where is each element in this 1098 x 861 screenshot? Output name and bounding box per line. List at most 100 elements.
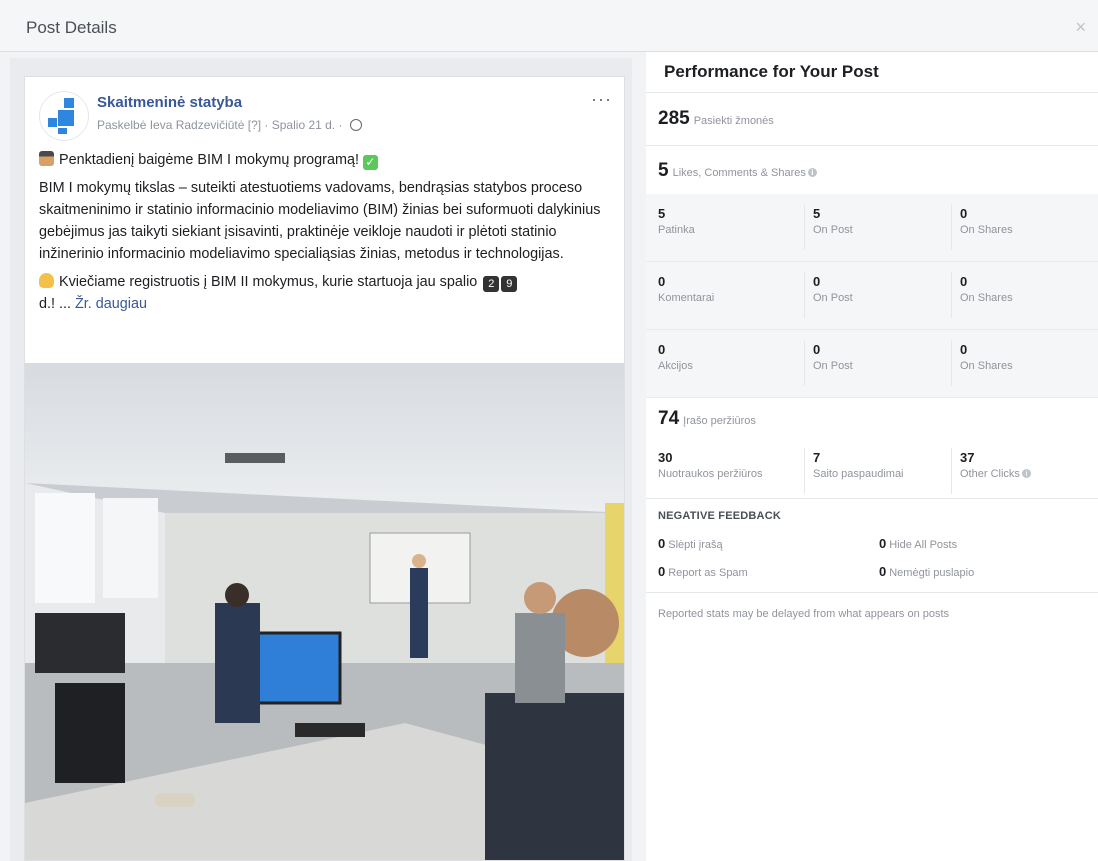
hide-post-stat: 0 Slėpti įrašą: [658, 536, 723, 551]
stat-cell: 0 On Shares: [960, 274, 1013, 306]
stat-cell: 0 On Post: [813, 342, 853, 374]
stat-value: 7: [813, 450, 821, 465]
stat-cell: 0 On Shares: [960, 342, 1013, 374]
stat-value: 0: [960, 342, 968, 357]
negative-feedback-title: NEGATIVE FEEDBACK: [658, 510, 781, 522]
stat-cell: 0 On Shares: [960, 206, 1013, 238]
performance-title: Performance for Your Post: [664, 62, 879, 81]
stat-label: On Shares: [960, 292, 1013, 304]
divider: [951, 340, 952, 386]
close-icon[interactable]: ×: [1075, 18, 1086, 36]
stat-cell: 5 Patinka: [658, 206, 695, 238]
pointing-hand-emoji-icon: [39, 273, 54, 288]
reach-label: Pasiekti žmonės: [693, 115, 774, 127]
stat-value: 0: [658, 536, 666, 551]
more-options-icon[interactable]: ···: [591, 89, 612, 110]
stat-label: On Shares: [960, 224, 1013, 236]
post-card: Skaitmeninė statyba Paskelbė Ieva Radzev…: [24, 76, 625, 861]
globe-icon: [349, 119, 362, 131]
comments-row: 0 Komentarai 0 On Post 0 On Shares: [646, 262, 1098, 330]
divider: [804, 204, 805, 250]
stat-value: 0: [879, 564, 887, 579]
stat-cell: 30 Nuotraukos peržiūros: [658, 450, 763, 482]
byline-text: Paskelbė Ieva Radzevičiūtė [?] · Spalio …: [97, 118, 343, 132]
stat-label: Slėpti įrašą: [668, 539, 723, 551]
stat-label: Akcijos: [658, 360, 693, 372]
post-clicks-stat: 74 Įrašo peržiūros: [658, 408, 756, 430]
invite-end: d.! ...: [39, 296, 71, 312]
performance-panel: Performance for Your Post 285 Pasiekti žm…: [646, 52, 1098, 861]
divider: [646, 592, 1098, 593]
reach-value: 285: [658, 108, 690, 129]
check-mark-emoji-icon: ✓: [362, 155, 378, 170]
page-name-link[interactable]: Skaitmeninė statyba: [97, 94, 242, 111]
divider: [646, 145, 1098, 146]
likes-row: 5 Patinka 5 On Post 0 On Shares: [646, 194, 1098, 262]
stat-value: 0: [658, 342, 666, 357]
stat-cell: 0 Akcijos: [658, 342, 693, 374]
stat-value: 0: [658, 274, 666, 289]
stat-value: 0: [960, 274, 968, 289]
stat-label: Patinka: [658, 224, 695, 236]
dialog-title: Post Details: [26, 18, 117, 37]
stat-cell: 37 Other Clicks i: [960, 450, 1031, 482]
stat-cell: 0 Komentarai: [658, 274, 714, 306]
see-more-link[interactable]: Žr. daugiau: [75, 296, 147, 312]
info-icon[interactable]: i: [807, 168, 817, 177]
other-clicks-label: Other Clicks: [960, 468, 1020, 480]
engagement-grid: 5 Patinka 5 On Post 0 On Shares 0 Komentarai…: [646, 194, 1098, 398]
stat-value: 5: [813, 206, 821, 221]
page-avatar[interactable]: [39, 91, 89, 141]
stat-label: Nuotraukos peržiūros: [658, 468, 763, 480]
divider: [951, 448, 952, 494]
stat-label: Komentarai: [658, 292, 715, 304]
spam-stat: 0 Report as Spam: [658, 564, 748, 579]
stat-cell: 0 On Post: [813, 274, 853, 306]
post-photo[interactable]: [25, 363, 624, 860]
info-icon[interactable]: i: [1021, 469, 1031, 478]
engagement-stat: 5 Likes, Comments & Shares i: [658, 160, 817, 182]
divider: [804, 340, 805, 386]
reach-stat: 285 Pasiekti žmonės: [658, 108, 774, 130]
stat-value: 0: [813, 274, 821, 289]
stat-label: Saito paspaudimai: [813, 468, 904, 480]
invite-text: Kviečiame registruotis į BIM II mokymus,…: [59, 274, 478, 290]
stat-cell: 7 Saito paspaudimai: [813, 450, 904, 482]
stat-label: Hide All Posts: [889, 539, 958, 551]
stat-label: Nemėgti puslapio: [889, 567, 975, 579]
keycap-2-icon: 2: [483, 276, 500, 292]
dialog-header: Post Details ×: [0, 0, 1098, 52]
post-headline: Penktadienį baigėme BIM I mokymų program…: [59, 152, 359, 168]
divider: [951, 272, 952, 318]
post-byline: Paskelbė Ieva Radzevičiūtė [?] · Spalio …: [97, 118, 362, 132]
stat-value: 37: [960, 450, 975, 465]
post-body: BIM I mokymų tikslas – suteikti atestuot…: [39, 180, 601, 262]
engagement-value: 5: [658, 160, 669, 181]
stat-cell: 5 On Post: [813, 206, 853, 238]
clicks-label: Įrašo peržiūros: [683, 415, 756, 427]
stat-value: 30: [658, 450, 673, 465]
stat-label: On Post: [813, 360, 853, 372]
hide-all-stat: 0 Hide All Posts: [879, 536, 957, 551]
shares-row: 0 Akcijos 0 On Post 0 On Shares: [646, 330, 1098, 398]
stat-value: 0: [879, 536, 887, 551]
stats-delay-note: Reported stats may be delayed from what …: [658, 608, 950, 620]
divider: [646, 498, 1098, 499]
stat-label: Report as Spam: [668, 567, 748, 579]
stat-value: 0: [813, 342, 821, 357]
keycap-9-icon: 9: [501, 276, 518, 292]
stat-label: On Shares: [960, 360, 1013, 372]
graduate-emoji-icon: [39, 151, 54, 166]
clicks-value: 74: [658, 408, 680, 429]
post-line-1: Penktadienį baigėme BIM I mokymų program…: [39, 149, 615, 171]
stat-value: 5: [658, 206, 666, 221]
post-text: Penktadienį baigėme BIM I mokymų program…: [39, 149, 615, 321]
stat-label: On Post: [813, 292, 853, 304]
stat-label: On Post: [813, 224, 853, 236]
divider: [804, 448, 805, 494]
divider: [646, 92, 1098, 93]
divider: [951, 204, 952, 250]
stat-value: 0: [658, 564, 666, 579]
stat-value: 0: [960, 206, 968, 221]
post-invite: Kviečiame registruotis į BIM II mokymus,…: [39, 271, 615, 315]
